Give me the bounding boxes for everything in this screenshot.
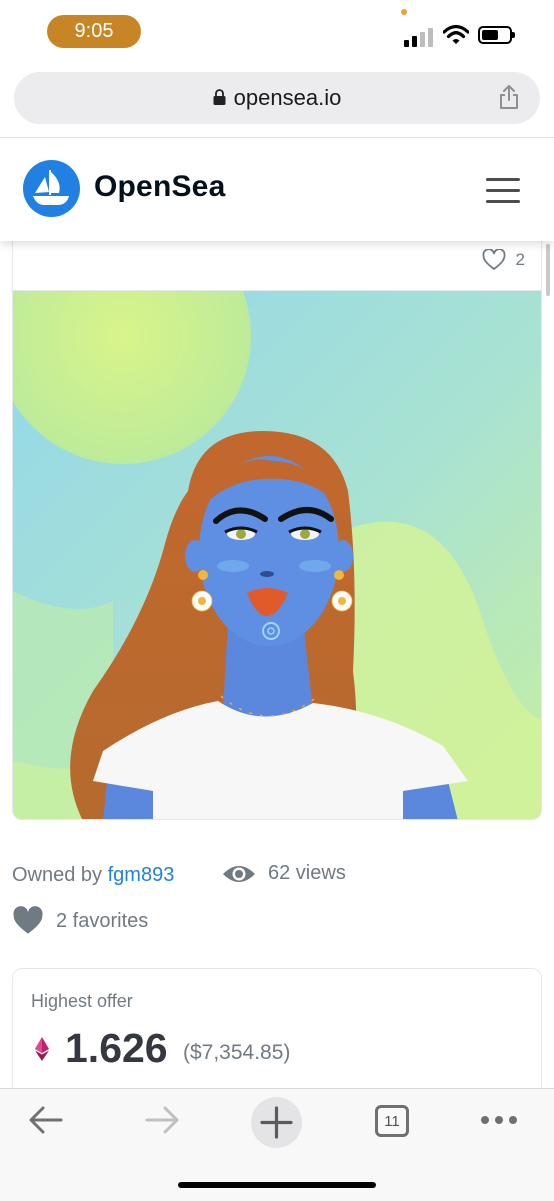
favorites-count: 2 favorites <box>12 906 148 936</box>
eye-icon <box>223 865 255 882</box>
site-header: OpenSea <box>0 138 554 241</box>
owner-link[interactable]: fgm893 <box>108 864 175 886</box>
ethereum-icon <box>35 1037 49 1061</box>
forward-arrow-icon[interactable] <box>144 1105 180 1135</box>
heart-outline-icon <box>482 249 505 270</box>
page-scrollbar[interactable] <box>546 244 550 296</box>
tabs-count: 11 <box>384 1113 400 1130</box>
favorite-count: 2 <box>515 250 525 269</box>
item-card-header: 2 <box>12 241 542 291</box>
cellular-signal-icon <box>404 27 434 47</box>
share-icon[interactable] <box>498 84 520 110</box>
url-text: opensea.io <box>233 85 342 110</box>
favorite-button[interactable]: 2 <box>482 249 525 271</box>
address-bar[interactable]: opensea.io <box>14 72 540 124</box>
offer-price-usd: ($7,354.85) <box>183 1041 291 1064</box>
highest-offer-label: Highest offer <box>31 991 133 1011</box>
status-time: 9:05 <box>47 15 141 48</box>
privacy-indicator-dot <box>401 9 407 15</box>
more-dots-icon[interactable] <box>480 1115 518 1125</box>
owner-line: Owned by fgm893 <box>12 864 174 887</box>
views-label: 62 views <box>268 862 346 884</box>
status-bar: 9:05 <box>0 0 554 64</box>
home-indicator[interactable] <box>178 1182 376 1188</box>
new-tab-plus-icon <box>260 1106 293 1139</box>
views-count: 62 views <box>222 862 346 885</box>
heart-filled-icon <box>13 906 43 934</box>
tabs-icon[interactable]: 11 <box>375 1105 409 1137</box>
new-tab-button[interactable] <box>251 1097 302 1148</box>
brand-name[interactable]: OpenSea <box>94 170 225 204</box>
favorites-label: 2 favorites <box>56 909 149 932</box>
opensea-logo-icon[interactable] <box>23 160 80 217</box>
wifi-icon <box>443 24 469 44</box>
owned-by-label: Owned by <box>12 864 103 886</box>
lock-icon <box>213 89 226 106</box>
back-arrow-icon[interactable] <box>28 1105 64 1135</box>
offer-price: 1.626 <box>65 1025 168 1071</box>
nft-artwork-image[interactable] <box>12 290 542 820</box>
battery-icon <box>478 26 515 44</box>
hamburger-menu-icon[interactable] <box>486 178 520 204</box>
